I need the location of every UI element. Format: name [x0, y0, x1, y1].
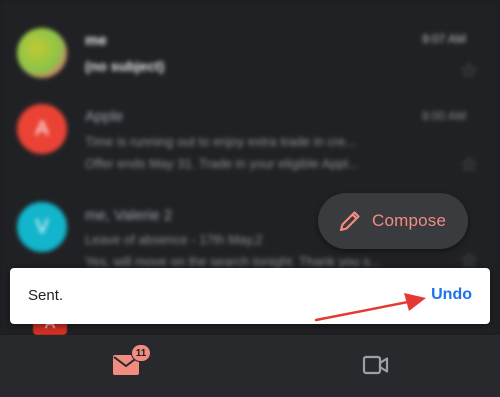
email-sender: me, Valerie 2: [85, 207, 173, 224]
email-preview: Time is running out to enjoy extra trade…: [85, 134, 357, 149]
email-time: 8:00 AM: [421, 109, 466, 123]
unread-count-badge: 11: [131, 344, 151, 362]
avatar-letter: V: [35, 216, 49, 238]
bottom-navigation: [0, 335, 500, 397]
snackbar-message: Sent.: [28, 287, 64, 304]
snackbar: Sent. Undo: [10, 268, 490, 324]
video-camera-icon[interactable]: [362, 353, 390, 377]
email-sender: Apple: [85, 108, 124, 125]
email-preview: Offer ends May 31. Trade in your eligibl…: [85, 156, 359, 171]
avatar-letter: A: [35, 118, 49, 140]
compose-button[interactable]: Compose: [318, 193, 468, 249]
star-icon[interactable]: ☆: [460, 58, 478, 83]
compose-label: Compose: [372, 211, 447, 230]
avatar: A: [17, 104, 67, 154]
undo-button[interactable]: Undo: [431, 286, 472, 304]
email-preview: Leave of absence - 17th May,2: [85, 232, 263, 247]
pencil-icon: [339, 211, 360, 232]
avatar: [17, 28, 67, 78]
email-row[interactable]: me 9:07 AM (no subject) ☆: [0, 18, 500, 98]
email-row[interactable]: A Apple 8:00 AM Time is running out to e…: [0, 98, 500, 194]
email-sender: me: [85, 32, 107, 49]
star-icon[interactable]: ☆: [460, 152, 478, 177]
email-time: 9:07 AM: [421, 32, 466, 46]
email-preview: Yes, will move on the search tonight. Th…: [85, 254, 381, 269]
email-subject: (no subject): [85, 58, 165, 74]
avatar: V: [17, 202, 67, 252]
